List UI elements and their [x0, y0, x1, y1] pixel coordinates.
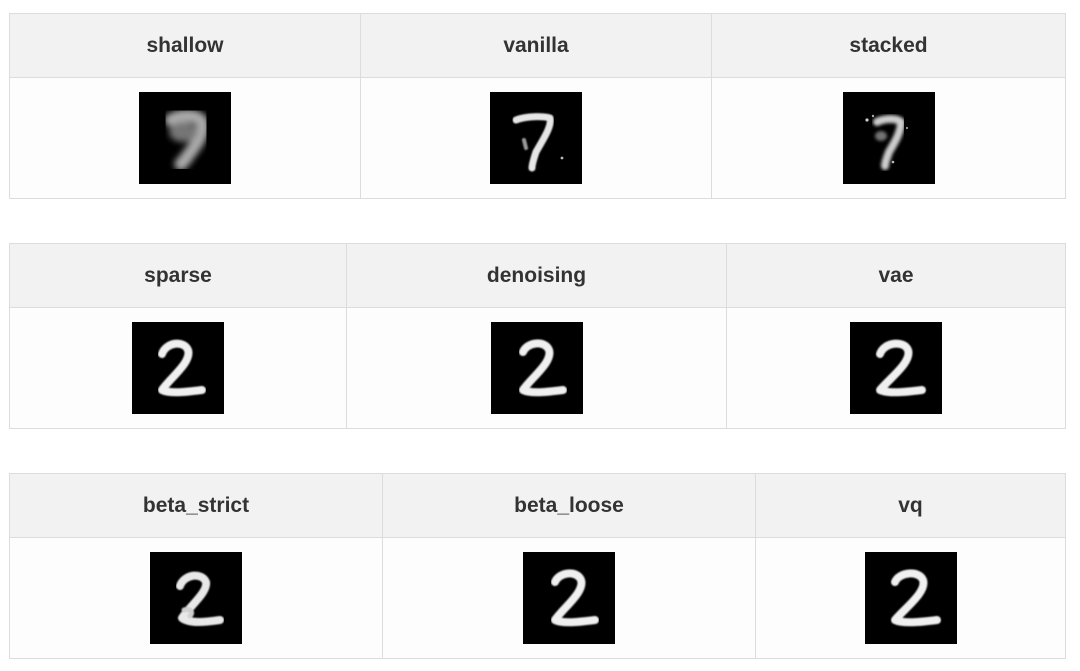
- image-cell-denoising: [346, 307, 727, 429]
- image-cell-beta-loose: [382, 537, 756, 659]
- results-table-2: sparse denoising vae: [9, 243, 1066, 429]
- column-header-stacked: stacked: [711, 13, 1066, 78]
- header-row: beta_strict beta_loose vq: [9, 473, 1066, 538]
- image-row: [9, 77, 1066, 199]
- digit-2-image: [132, 322, 224, 414]
- column-header-beta-strict: beta_strict: [9, 473, 383, 538]
- digit-2-image: [864, 552, 957, 644]
- digit-2-image: [523, 552, 615, 644]
- image-cell-sparse: [9, 307, 347, 429]
- results-table-1: shallow vanilla stacked: [9, 13, 1066, 199]
- column-header-denoising: denoising: [346, 243, 727, 308]
- digit-2-image: [150, 552, 242, 644]
- image-row: [9, 537, 1066, 659]
- digit-7-image: [490, 92, 582, 184]
- image-cell-shallow: [9, 77, 361, 199]
- digit-2-image: [490, 322, 583, 414]
- noisy-digit-7-image: [842, 92, 935, 184]
- image-row: [9, 307, 1066, 429]
- image-cell-beta-strict: [9, 537, 383, 659]
- image-cell-stacked: [711, 77, 1066, 199]
- column-header-vae: vae: [726, 243, 1066, 308]
- header-row: sparse denoising vae: [9, 243, 1066, 308]
- image-cell-vq: [755, 537, 1066, 659]
- column-header-vanilla: vanilla: [360, 13, 712, 78]
- digit-2-image: [850, 322, 942, 414]
- results-table-3: beta_strict beta_loose vq: [9, 473, 1066, 659]
- blurry-digit-7-image: [139, 92, 231, 184]
- column-header-shallow: shallow: [9, 13, 361, 78]
- image-cell-vae: [726, 307, 1066, 429]
- column-header-beta-loose: beta_loose: [382, 473, 756, 538]
- image-cell-vanilla: [360, 77, 712, 199]
- column-header-vq: vq: [755, 473, 1066, 538]
- column-header-sparse: sparse: [9, 243, 347, 308]
- header-row: shallow vanilla stacked: [9, 13, 1066, 78]
